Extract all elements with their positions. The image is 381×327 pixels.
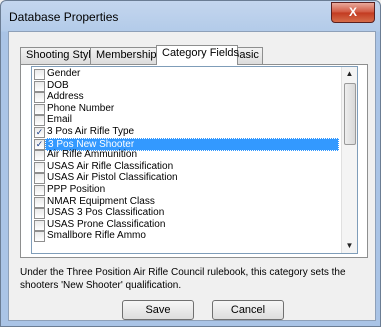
list-item-label: NMAR Equipment Class: [47, 195, 155, 207]
list-item[interactable]: NMAR Equipment Class: [32, 195, 341, 208]
list-item-label: DOB: [47, 79, 69, 91]
checkbox[interactable]: [34, 103, 45, 115]
title-bar[interactable]: Database Properties X: [1, 1, 380, 31]
list-item[interactable]: DOB: [32, 79, 341, 92]
list-item-label: Air Rifle Ammunition: [47, 149, 138, 161]
window-title: Database Properties: [9, 10, 119, 24]
list-item-label: USAS Air Pistol Classification: [47, 172, 178, 184]
list-item-label: Smallbore Rifle Ammo: [47, 230, 146, 242]
vertical-scrollbar[interactable]: ▲ ▼: [341, 67, 357, 253]
save-button[interactable]: Save: [122, 300, 194, 320]
checkbox[interactable]: [34, 219, 45, 231]
scroll-thumb[interactable]: [344, 83, 356, 145]
list-item[interactable]: PPP Position: [32, 184, 341, 196]
list-item[interactable]: Phone Number: [32, 102, 341, 115]
checkbox[interactable]: [34, 92, 45, 104]
checkbox[interactable]: [34, 173, 45, 185]
list-item[interactable]: ✓ 3 Pos New Shooter: [32, 137, 341, 151]
check-icon: ✓: [35, 127, 44, 137]
close-button[interactable]: X: [331, 2, 375, 23]
list-item-label: 3 Pos Air Rifle Type: [47, 126, 135, 137]
list-item[interactable]: Email: [32, 114, 341, 127]
list-item-label: USAS Prone Classification: [47, 218, 166, 230]
list-item-label: Address: [47, 91, 84, 103]
checkbox[interactable]: [34, 208, 45, 220]
list-item-label: Gender: [47, 68, 81, 79]
checkbox[interactable]: [34, 185, 45, 196]
tab-shooting-styles[interactable]: Shooting Styles: [20, 47, 102, 64]
list-item-label: Phone Number: [47, 102, 115, 114]
list-item-label: PPP Position: [47, 184, 106, 195]
list-item[interactable]: USAS Prone Classification: [32, 218, 341, 231]
scroll-up-icon[interactable]: ▲: [342, 67, 357, 81]
list-item[interactable]: Address: [32, 91, 341, 104]
list-item-label: USAS Air Rifle Classification: [47, 160, 174, 172]
list-item[interactable]: USAS 3 Pos Classification: [32, 207, 341, 220]
checkbox[interactable]: [34, 150, 45, 162]
list-item[interactable]: Gender: [32, 68, 341, 80]
checkbox[interactable]: ✓: [34, 127, 45, 138]
list-item[interactable]: Smallbore Rifle Ammo: [32, 230, 341, 243]
list-item[interactable]: Air Rifle Ammunition: [32, 149, 341, 162]
tab-category-fields[interactable]: Category Fields: [156, 45, 239, 65]
list-item-label: Email: [47, 114, 73, 126]
checkbox[interactable]: ✓: [34, 138, 45, 150]
category-fields-list[interactable]: Gender DOB Address Phone Number Email ✓ 3 Pos …: [31, 66, 358, 254]
check-icon: ✓: [35, 138, 44, 149]
list-item-label: USAS 3 Pos Classification: [47, 207, 165, 219]
checkbox[interactable]: [34, 161, 45, 173]
checkbox[interactable]: [34, 115, 45, 127]
checkbox[interactable]: [34, 69, 45, 80]
list-item[interactable]: USAS Air Rifle Classification: [32, 160, 341, 173]
tab-memberships[interactable]: Memberships: [90, 47, 162, 64]
cancel-button[interactable]: Cancel: [212, 300, 284, 320]
field-description: Under the Three Position Air Rifle Counc…: [20, 267, 346, 291]
checkbox[interactable]: [34, 80, 45, 92]
list-item[interactable]: USAS Air Pistol Classification: [32, 172, 341, 185]
scroll-down-icon[interactable]: ▼: [342, 239, 357, 253]
list-item[interactable]: ✓ 3 Pos Air Rifle Type: [32, 126, 341, 138]
close-icon: X: [348, 5, 357, 19]
checkbox[interactable]: [34, 231, 45, 243]
checkbox[interactable]: [34, 196, 45, 208]
